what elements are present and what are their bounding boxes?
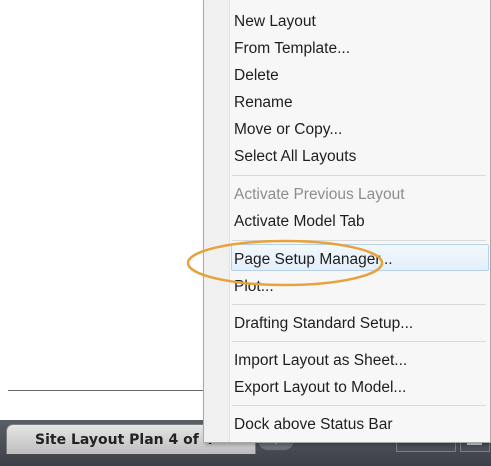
drawing-line — [8, 390, 208, 391]
menu-gutter — [204, 0, 230, 442]
menu-item-rename[interactable]: Rename — [234, 89, 484, 116]
menu-item-plot[interactable]: Plot... — [234, 273, 484, 300]
menu-item-new-layout[interactable]: New Layout — [234, 8, 484, 35]
menu-item-delete[interactable]: Delete — [234, 62, 484, 89]
menu-separator — [232, 405, 486, 406]
menu-item-select-all-layouts[interactable]: Select All Layouts — [234, 143, 484, 170]
menu-separator — [232, 304, 486, 305]
menu-item-export-layout-to-model[interactable]: Export Layout to Model... — [234, 374, 484, 401]
menu-separator — [232, 341, 486, 342]
layout-context-menu: New Layout From Template... Delete Renam… — [203, 0, 491, 443]
menu-item-from-template[interactable]: From Template... — [234, 35, 484, 62]
menu-item-activate-previous-layout: Activate Previous Layout — [234, 186, 405, 203]
menu-item-page-setup-manager[interactable]: Page Setup Manager... — [234, 246, 484, 273]
menu-item-dock-above-status-bar[interactable]: Dock above Status Bar — [234, 411, 484, 438]
menu-separator — [232, 175, 486, 176]
menu-item-drafting-standard-setup[interactable]: Drafting Standard Setup... — [234, 310, 484, 337]
menu-separator — [232, 240, 486, 241]
menu-item-move-or-copy[interactable]: Move or Copy... — [234, 116, 484, 143]
menu-item-import-layout-as-sheet[interactable]: Import Layout as Sheet... — [234, 347, 484, 374]
menu-item-activate-model-tab[interactable]: Activate Model Tab — [234, 208, 484, 235]
